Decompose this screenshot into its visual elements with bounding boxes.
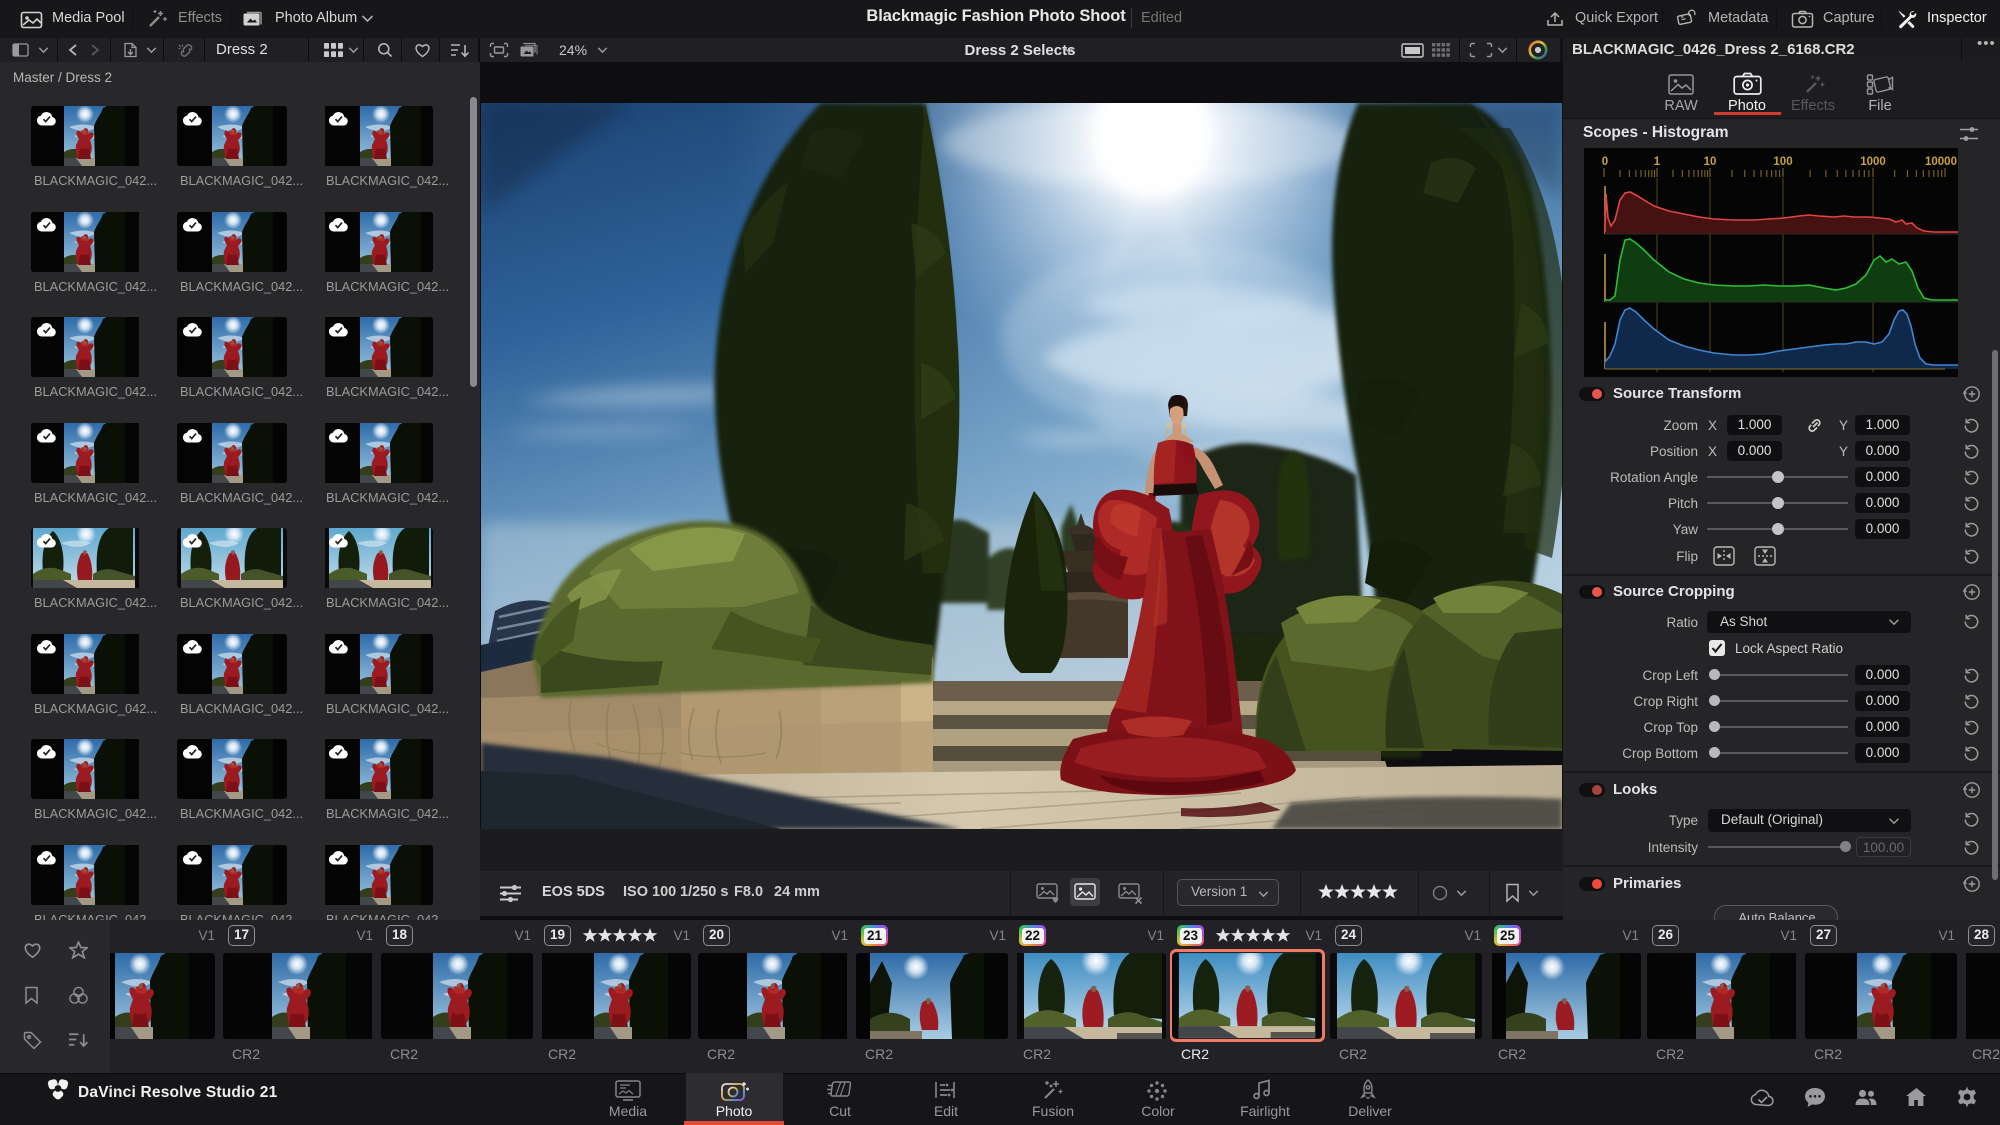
svg-text:10000: 10000 — [1925, 156, 1957, 168]
svg-text:1: 1 — [1654, 156, 1661, 168]
svg-text:10: 10 — [1704, 156, 1717, 168]
svg-text:100: 100 — [1773, 156, 1792, 168]
svg-text:1000: 1000 — [1860, 156, 1886, 168]
svg-text:0: 0 — [1602, 156, 1608, 168]
